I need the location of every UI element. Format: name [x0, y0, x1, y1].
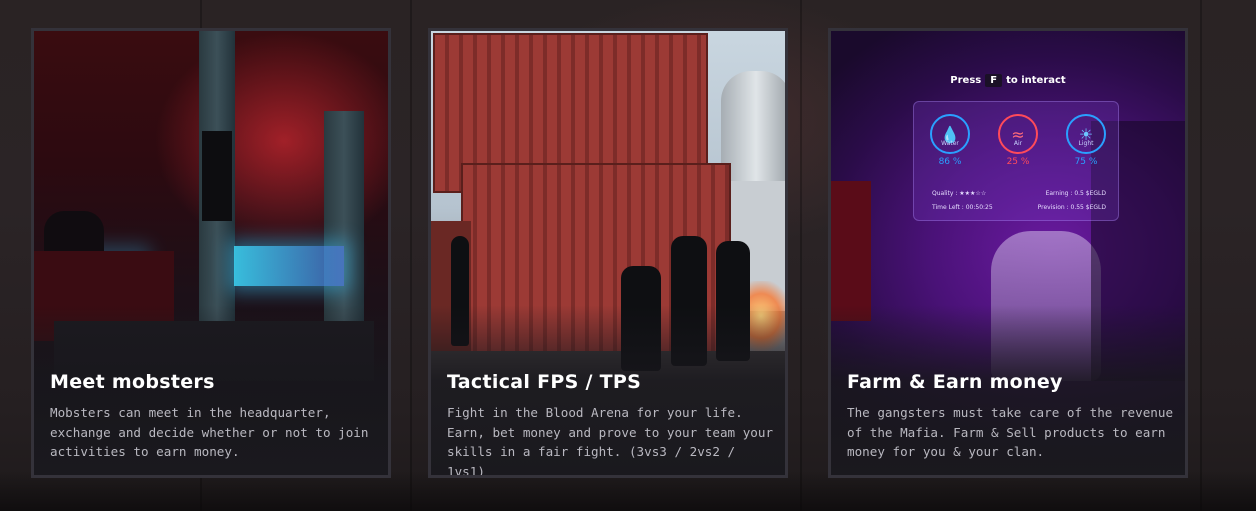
time-left-value: 00:50:25 — [965, 204, 993, 211]
feature-card-farm-earn: Press Fto interact 💧 Water 86 % ≈ Air 25 … — [828, 28, 1188, 478]
card-description: Mobsters can meet in the headquarter, ex… — [50, 405, 369, 459]
gauge-value: 75 % — [1074, 157, 1098, 167]
gauge-label: Water — [941, 140, 959, 147]
quality-stars: ★★★☆☆ — [959, 190, 987, 197]
card-title: Farm & Earn money — [847, 371, 1063, 393]
card-description: Fight in the Blood Arena for your life. … — [447, 405, 774, 478]
quality-stat: Quality : ★★★☆☆ — [932, 190, 986, 197]
card-title: Meet mobsters — [50, 371, 215, 393]
interact-prompt: Press Fto interact — [831, 74, 1185, 87]
gauge-label: Air — [1013, 140, 1023, 147]
gauge-value: 86 % — [938, 157, 962, 167]
quality-label: Quality : — [932, 190, 958, 197]
card-title: Tactical FPS / TPS — [447, 371, 642, 393]
earning-stat: Earning : 0.5 $EGLD — [1045, 190, 1106, 197]
feature-card-meet-mobsters: Meet mobsters Mobsters can meet in the h… — [31, 28, 391, 478]
card-description: The gangsters must take care of the reve… — [847, 405, 1174, 459]
farm-status-panel: 💧 Water 86 % ≈ Air 25 % ☀ Light 75 % Qua… — [913, 101, 1119, 221]
gauge-label: Light — [1078, 140, 1094, 147]
prevision-stat: Prevision : 0.55 $EGLD — [1037, 204, 1106, 211]
prompt-suffix: to interact — [1006, 75, 1066, 86]
air-wave-icon: ≈ — [998, 114, 1038, 154]
air-gauge: ≈ Air 25 % — [994, 114, 1042, 167]
water-drop-icon: 💧 — [930, 114, 970, 154]
gauge-value: 25 % — [1006, 157, 1030, 167]
feature-card-tactical-fps: Tactical FPS / TPS Fight in the Blood Ar… — [428, 28, 788, 478]
interact-key: F — [985, 74, 1003, 87]
light-bulb-icon: ☀ — [1066, 114, 1106, 154]
time-left-stat: Time Left : 00:50:25 — [932, 204, 993, 211]
light-gauge: ☀ Light 75 % — [1062, 114, 1110, 167]
prompt-prefix: Press — [950, 75, 982, 86]
time-left-label: Time Left : — [932, 204, 964, 211]
water-gauge: 💧 Water 86 % — [926, 114, 974, 167]
